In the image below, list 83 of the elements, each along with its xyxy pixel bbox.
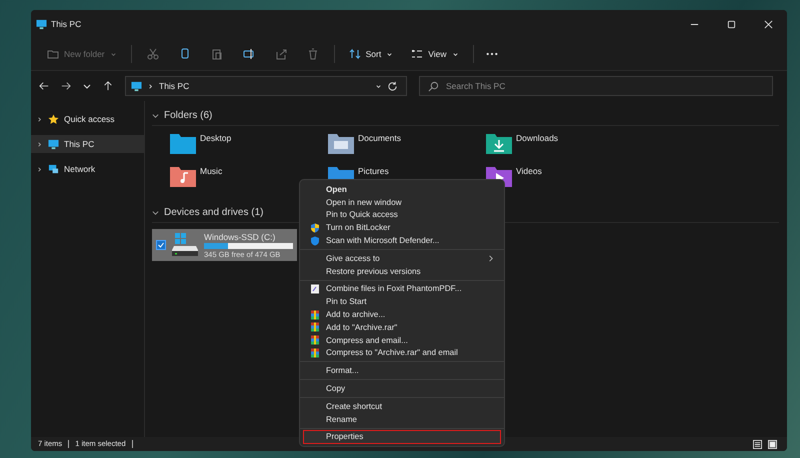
more-options-icon[interactable] — [486, 52, 498, 56]
archive-icon — [310, 322, 320, 332]
chevron-icon — [152, 112, 159, 118]
folder-icon — [47, 48, 59, 60]
search-field[interactable]: Search This PC — [419, 76, 773, 96]
back-arrow-icon[interactable] — [39, 81, 49, 91]
window-title: This PC — [51, 19, 82, 29]
menu-item[interactable]: Scan with Microsoft Defender... — [304, 234, 500, 247]
folder-icon[interactable] — [485, 131, 513, 155]
forward-arrow-icon[interactable] — [61, 81, 71, 91]
drive-icon — [171, 233, 199, 257]
sort-button[interactable]: Sort — [340, 43, 402, 65]
paste-icon — [210, 48, 223, 60]
folder-icon[interactable] — [327, 131, 355, 155]
chevron-icon — [152, 208, 159, 216]
menu-item[interactable]: Turn on BitLocker — [304, 221, 500, 234]
recent-locations-icon[interactable] — [83, 82, 91, 90]
tiles-view-icon[interactable] — [768, 440, 777, 448]
archive-icon — [310, 348, 320, 358]
network-icon — [48, 164, 59, 174]
sidebar-item[interactable]: Quick access — [31, 110, 144, 128]
refresh-icon[interactable] — [387, 80, 398, 92]
menu-item[interactable]: Create shortcut — [304, 400, 500, 413]
folder-name[interactable]: Documents — [358, 131, 401, 143]
sort-icon — [348, 48, 361, 60]
menu-item[interactable]: Give access to — [304, 252, 500, 265]
search-icon — [428, 80, 439, 92]
rename-icon — [242, 48, 255, 60]
copy-icon — [178, 48, 191, 60]
drive-name: Windows-SSD (C:) — [204, 232, 276, 242]
folder-icon[interactable] — [169, 164, 197, 188]
menu-item[interactable]: Add to archive... — [304, 308, 500, 321]
menu-item[interactable]: Restore previous versions — [304, 264, 500, 278]
scissors-icon — [146, 48, 159, 60]
shield-icon — [310, 222, 320, 233]
menu-item[interactable]: Properties — [304, 430, 500, 444]
star-icon — [48, 114, 59, 124]
chevron-right-icon[interactable] — [36, 116, 43, 122]
chevron-down-icon — [386, 50, 394, 58]
folder-name[interactable]: Desktop — [200, 131, 232, 143]
shield-icon — [310, 236, 320, 246]
menu-item[interactable]: Combine files in Foxit PhantomPDF... — [304, 282, 500, 296]
chevron-down-icon — [452, 50, 459, 58]
address-field[interactable]: This PC — [125, 76, 407, 96]
menu-item[interactable]: Format... — [304, 364, 500, 378]
up-arrow-icon[interactable] — [103, 81, 113, 91]
trash-icon — [306, 48, 319, 60]
dropdown-icon[interactable] — [375, 82, 382, 90]
chevron-right-icon[interactable] — [36, 140, 43, 148]
archive-icon — [310, 310, 320, 320]
menu-item[interactable]: Add to "Archive.rar" — [304, 320, 500, 334]
menu-item[interactable]: Pin to Quick access — [304, 208, 500, 222]
close-icon[interactable] — [764, 20, 773, 28]
folder-name[interactable]: Pictures — [358, 164, 389, 176]
folder-icon[interactable] — [169, 131, 197, 155]
folder-name[interactable]: Downloads — [516, 131, 558, 143]
chevron-down-icon — [110, 50, 117, 58]
menu-item[interactable]: Compress to "Archive.rar" and email — [304, 346, 500, 360]
maximize-icon[interactable] — [727, 20, 736, 28]
chevron-right-icon — [147, 82, 154, 90]
menu-item[interactable]: Open in new window — [304, 196, 500, 209]
section-header[interactable]: Folders (6) — [152, 105, 779, 126]
computer-icon — [131, 80, 142, 92]
chevron-right-icon[interactable] — [36, 166, 43, 172]
menu-item[interactable]: Rename — [304, 412, 500, 426]
menu-item[interactable]: Copy — [304, 382, 500, 395]
share-icon — [274, 48, 287, 60]
details-view-icon[interactable] — [753, 440, 762, 448]
computer-icon — [48, 138, 59, 150]
sidebar-item[interactable]: This PC — [31, 135, 144, 153]
document-icon — [310, 284, 320, 294]
archive-icon — [310, 335, 320, 346]
menu-item[interactable]: Compress and email... — [304, 334, 500, 347]
view-icon — [411, 48, 424, 60]
folder-name[interactable]: Music — [200, 164, 222, 176]
menu-item[interactable]: Open — [304, 183, 500, 196]
path-text: This PC — [159, 81, 190, 91]
folder-name[interactable]: Videos — [516, 164, 542, 176]
view-button[interactable]: View — [403, 43, 467, 65]
checkbox[interactable] — [156, 240, 166, 250]
sidebar-item[interactable]: Network — [31, 160, 144, 178]
menu-item[interactable]: Pin to Start — [304, 295, 500, 308]
computer-icon — [36, 18, 47, 30]
